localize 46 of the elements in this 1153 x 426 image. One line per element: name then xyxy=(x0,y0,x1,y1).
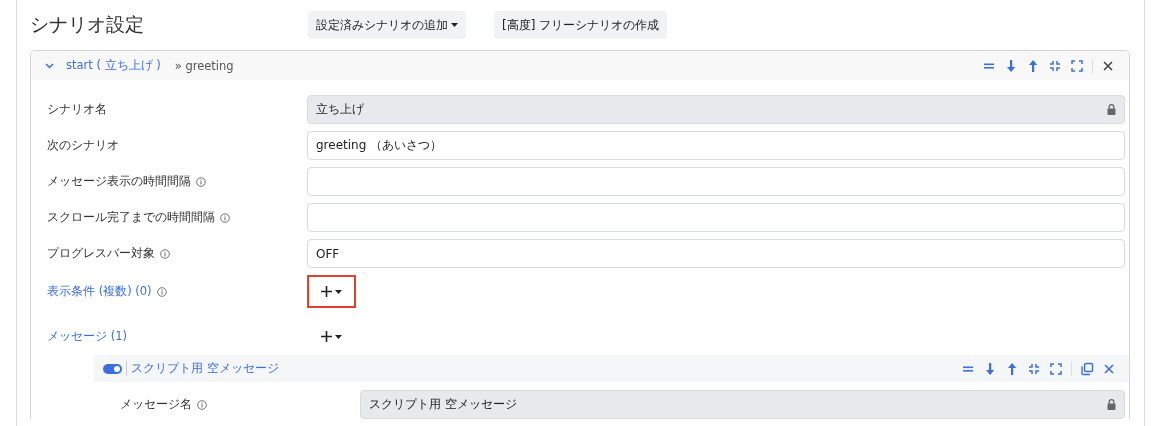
expand-icon[interactable] xyxy=(1049,361,1063,376)
expand-icon[interactable] xyxy=(1070,58,1084,73)
info-icon[interactable] xyxy=(156,286,167,297)
field-label: 表示条件 (複数) (0) xyxy=(47,284,152,299)
message-title[interactable]: スクリプト用 空メッセージ xyxy=(126,361,279,376)
info-icon[interactable] xyxy=(160,248,170,259)
arrow-down-icon[interactable] xyxy=(983,361,997,376)
chevron-icon[interactable] xyxy=(45,62,54,69)
field-label: メッセージ (1) xyxy=(47,329,127,344)
caret-icon xyxy=(451,23,458,27)
arrow-up-icon[interactable] xyxy=(1026,58,1040,73)
caret-icon xyxy=(335,334,342,339)
input-field[interactable] xyxy=(307,167,1125,196)
arrow-up-icon[interactable] xyxy=(1005,361,1019,376)
field-label: プログレスバー対象 xyxy=(47,246,155,261)
field-label: シナリオ名 xyxy=(47,102,107,117)
close-icon[interactable] xyxy=(1101,58,1115,73)
field-label: メッセージ名 xyxy=(120,397,192,412)
field-value: 立ち上げ xyxy=(316,101,364,118)
field-label: メッセージ表示の時間間隔 xyxy=(47,174,191,189)
field-value: スクリプト用 空メッセージ xyxy=(369,396,517,413)
field-label: 次のシナリオ xyxy=(47,138,119,153)
plus-icon xyxy=(321,286,332,297)
plus-icon xyxy=(321,331,332,342)
lock-icon xyxy=(1107,399,1116,410)
page-title: シナリオ設定 xyxy=(30,12,145,37)
scenario-name[interactable]: start ( 立ち上げ ) xyxy=(66,58,161,73)
input-field[interactable]: greeting （あいさつ） xyxy=(307,131,1125,160)
toggle-switch[interactable] xyxy=(103,363,122,374)
toolbar-button[interactable]: 設定済みシナリオの追加 xyxy=(308,11,466,39)
close-icon[interactable] xyxy=(1102,361,1116,376)
info-icon[interactable] xyxy=(197,399,207,410)
collapse-icon[interactable] xyxy=(1027,361,1041,376)
collapse-icon[interactable] xyxy=(1048,58,1062,73)
info-icon[interactable] xyxy=(196,176,206,187)
input-field[interactable]: OFF xyxy=(307,239,1125,268)
info-icon[interactable] xyxy=(220,212,230,223)
add-button[interactable] xyxy=(307,275,356,308)
input-field[interactable] xyxy=(307,203,1125,232)
arrow-down-icon[interactable] xyxy=(1004,58,1018,73)
next-scenario: » greeting xyxy=(174,58,234,73)
caret-icon xyxy=(335,289,342,294)
copy-icon[interactable] xyxy=(1080,361,1094,376)
toolbar-button[interactable]: [高度] フリーシナリオの作成 xyxy=(494,11,668,39)
field-label: スクロール完了までの時間間隔 xyxy=(47,210,215,225)
lock-icon xyxy=(1107,104,1116,115)
